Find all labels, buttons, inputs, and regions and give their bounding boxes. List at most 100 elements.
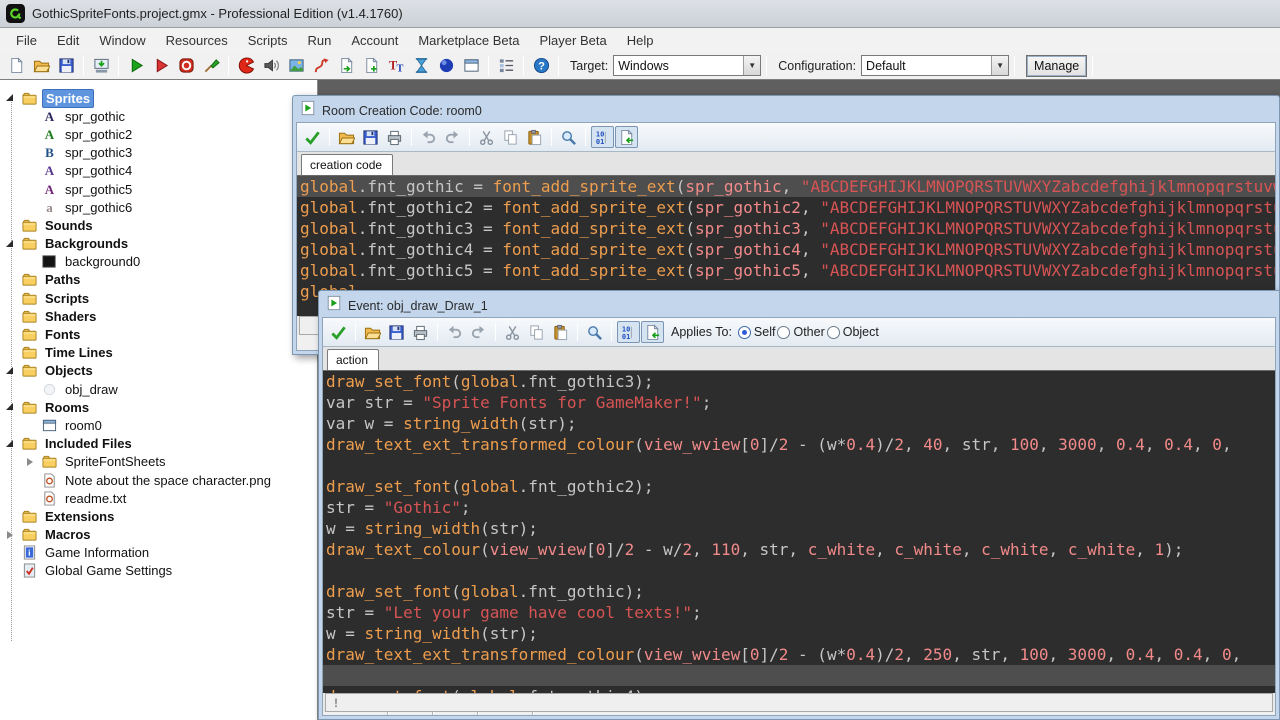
redo-button[interactable] [441, 126, 464, 148]
tree-item-macros[interactable]: Macros [0, 526, 317, 544]
create-script-button[interactable] [334, 54, 358, 77]
print-button[interactable] [409, 321, 432, 343]
create-shader-button[interactable] [359, 54, 383, 77]
create-path-button[interactable] [309, 54, 333, 77]
tree-item-spr-gothic4[interactable]: Aspr_gothic4 [0, 162, 317, 180]
create-room-button[interactable] [459, 54, 483, 77]
target-select[interactable]: Windows ▼ [613, 55, 762, 76]
extension-manager-button[interactable] [494, 54, 518, 77]
create-timeline-button[interactable] [409, 54, 433, 77]
run-normal-button[interactable] [124, 54, 148, 77]
copy-button[interactable] [525, 321, 548, 343]
line-numbers-button[interactable]: 10 01 [591, 126, 614, 148]
tab-action[interactable]: action [327, 349, 380, 370]
tree-item-rooms[interactable]: Rooms [0, 398, 317, 416]
menu-item-run[interactable]: Run [297, 30, 341, 51]
tree-item-shaders[interactable]: Shaders [0, 307, 317, 325]
goto-add-button[interactable] [641, 321, 664, 343]
tree-item-extensions[interactable]: Extensions [0, 507, 317, 525]
tree-item-sounds[interactable]: Sounds [0, 216, 317, 234]
create-background-button[interactable] [284, 54, 308, 77]
target-dropdown-arrow-icon[interactable]: ▼ [743, 56, 761, 75]
menu-item-marketplace-beta[interactable]: Marketplace Beta [408, 30, 529, 51]
menu-item-window[interactable]: Window [89, 30, 155, 51]
tree-item-spr-gothic[interactable]: Aspr_gothic [0, 107, 317, 125]
help-button[interactable]: ? [529, 54, 553, 77]
manage-button[interactable]: Manage [1026, 54, 1088, 77]
open-folder-button[interactable] [361, 321, 384, 343]
tree-item-spr-gothic3[interactable]: Bspr_gothic3 [0, 144, 317, 162]
tree-expander-icon[interactable] [4, 529, 16, 541]
room-code-window-titlebar[interactable]: Room Creation Code: room0 [296, 99, 1276, 122]
menu-item-player-beta[interactable]: Player Beta [530, 30, 617, 51]
undo-button[interactable] [443, 321, 466, 343]
clean-cache-button[interactable] [199, 54, 223, 77]
goto-add-button[interactable] [615, 126, 638, 148]
tree-item-sprites[interactable]: Sprites [0, 88, 317, 108]
tree-item-scripts[interactable]: Scripts [0, 289, 317, 307]
menu-item-file[interactable]: File [6, 30, 47, 51]
menu-item-scripts[interactable]: Scripts [238, 30, 298, 51]
menu-item-account[interactable]: Account [341, 30, 408, 51]
tree-item-room0[interactable]: room0 [0, 416, 317, 434]
create-sprite-button[interactable] [234, 54, 258, 77]
menu-item-resources[interactable]: Resources [156, 30, 238, 51]
search-button[interactable] [557, 126, 580, 148]
create-sound-button[interactable] [259, 54, 283, 77]
tree-expander-icon[interactable] [4, 401, 16, 413]
tab-creation-code[interactable]: creation code [301, 154, 394, 175]
search-button[interactable] [583, 321, 606, 343]
tree-expander-icon[interactable] [4, 438, 16, 450]
create-executable-button[interactable] [89, 54, 113, 77]
tree-item-paths[interactable]: Paths [0, 271, 317, 289]
create-object-button[interactable] [434, 54, 458, 77]
configuration-dropdown-arrow-icon[interactable]: ▼ [991, 56, 1009, 75]
paste-button[interactable] [549, 321, 572, 343]
check-ok-button[interactable] [301, 126, 324, 148]
save-disk-button[interactable] [385, 321, 408, 343]
open-folder-button[interactable] [29, 54, 53, 77]
applies-to-radio-self[interactable]: Self [737, 325, 775, 339]
undo-button[interactable] [417, 126, 440, 148]
event-window-titlebar[interactable]: Event: obj_draw_Draw_1 [322, 294, 1276, 317]
cut-button[interactable] [475, 126, 498, 148]
menu-item-edit[interactable]: Edit [47, 30, 89, 51]
tree-item-game-information[interactable]: i Game Information [0, 544, 317, 562]
tree-expander-icon[interactable] [24, 456, 36, 468]
copy-button[interactable] [499, 126, 522, 148]
tree-item-spr-gothic2[interactable]: Aspr_gothic2 [0, 125, 317, 143]
tree-item-backgrounds[interactable]: Backgrounds [0, 235, 317, 253]
cut-button[interactable] [501, 321, 524, 343]
event-code-editor[interactable]: draw_set_font(global.fnt_gothic3); var st… [323, 371, 1275, 693]
applies-to-radio-object[interactable]: Object [826, 325, 879, 339]
tree-expander-icon[interactable] [4, 238, 16, 250]
tree-expander-icon[interactable] [4, 365, 16, 377]
redo-button[interactable] [467, 321, 490, 343]
applies-to-radio-other[interactable]: Other [777, 325, 825, 339]
tree-item-time-lines[interactable]: Time Lines [0, 344, 317, 362]
tree-expander-icon[interactable] [4, 92, 16, 104]
tree-item-spr-gothic5[interactable]: Aspr_gothic5 [0, 180, 317, 198]
create-font-button[interactable]: TT [384, 54, 408, 77]
tree-item-spritefontsheets[interactable]: SpriteFontSheets [0, 453, 317, 471]
tree-item-note-about-the-space-character-png[interactable]: Note about the space character.png [0, 471, 317, 489]
line-numbers-button[interactable]: 10 01 [617, 321, 640, 343]
tree-item-readme-txt[interactable]: readme.txt [0, 489, 317, 507]
stop-game-button[interactable] [174, 54, 198, 77]
paste-button[interactable] [523, 126, 546, 148]
open-folder-button[interactable] [335, 126, 358, 148]
save-disk-button[interactable] [54, 54, 78, 77]
new-file-button[interactable] [4, 54, 28, 77]
tree-item-fonts[interactable]: Fonts [0, 325, 317, 343]
tree-item-global-game-settings[interactable]: Global Game Settings [0, 562, 317, 580]
tree-item-objects[interactable]: Objects [0, 362, 317, 380]
configuration-select[interactable]: Default ▼ [861, 55, 1010, 76]
tree-item-included-files[interactable]: Included Files [0, 435, 317, 453]
check-ok-button[interactable] [327, 321, 350, 343]
tree-item-spr-gothic6[interactable]: a spr_gothic6 [0, 198, 317, 216]
tree-item-background0[interactable]: background0 [0, 253, 317, 271]
print-button[interactable] [383, 126, 406, 148]
tree-item-obj-draw[interactable]: obj_draw [0, 380, 317, 398]
run-debug-button[interactable] [149, 54, 173, 77]
save-disk-button[interactable] [359, 126, 382, 148]
